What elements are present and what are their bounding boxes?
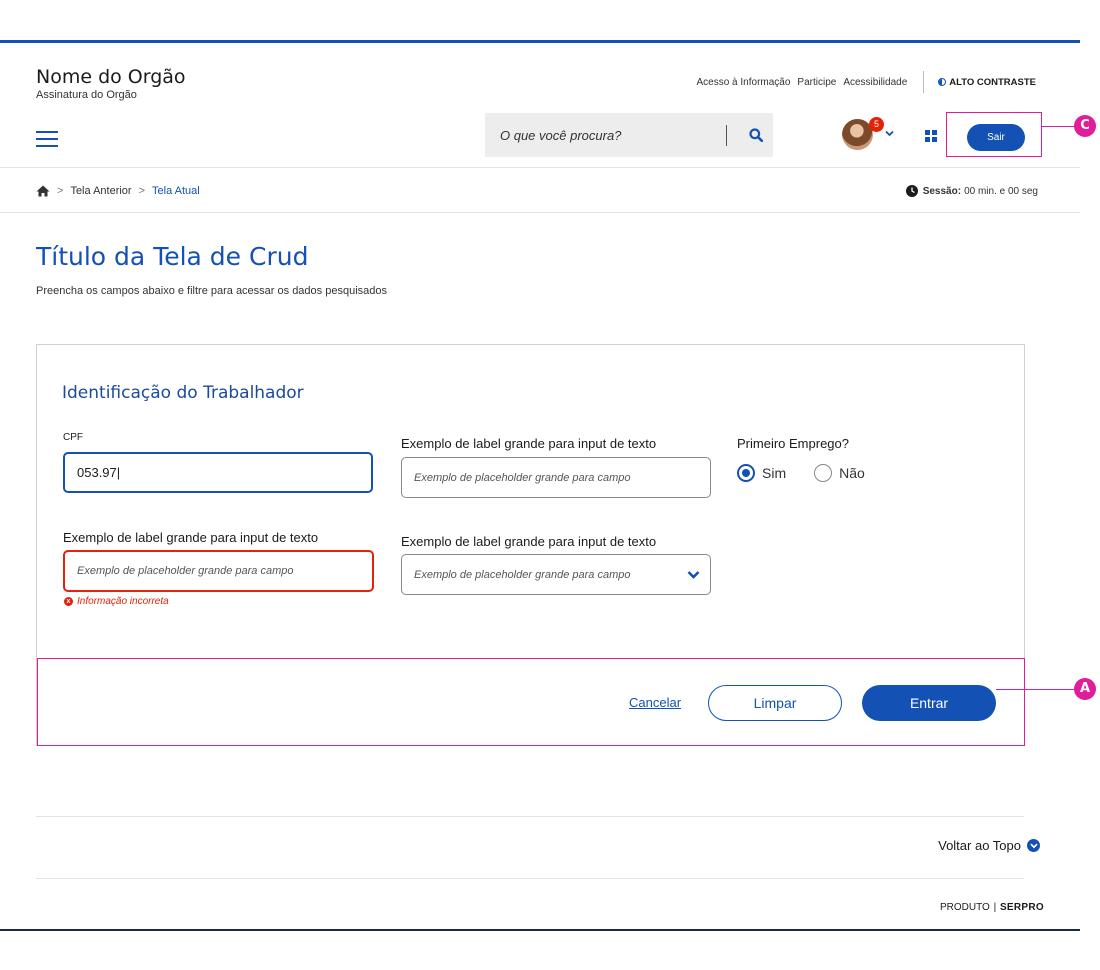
breadcrumb: > Tela Anterior > Tela Atual [36, 185, 200, 197]
section-title: Identificação do Trabalhador [62, 383, 304, 403]
error-icon: x [64, 597, 73, 606]
session-label: Sessão: [922, 185, 962, 197]
header-divider [923, 71, 925, 93]
search-input[interactable]: O que você procura? [500, 128, 726, 143]
search-icon [749, 128, 763, 142]
apps-grid-icon[interactable] [925, 130, 937, 142]
radio-no[interactable] [814, 464, 833, 482]
clear-button[interactable]: Limpar [708, 685, 842, 721]
logout-button[interactable]: Sair [967, 124, 1025, 151]
brand-logo: PRODUTO | SERPRO [940, 902, 1044, 913]
home-icon[interactable] [36, 185, 50, 197]
submit-button[interactable]: Entrar [862, 685, 996, 721]
search-button[interactable] [739, 128, 773, 142]
error-message-text: Informação incorreta [77, 596, 169, 607]
search-divider [726, 124, 727, 146]
text-field-label: Exemplo de label grande para input de te… [401, 436, 657, 451]
chevron-right-icon: > [57, 185, 64, 197]
back-to-top-label: Voltar ao Topo [938, 838, 1021, 853]
link-acesso-informacao[interactable]: Acesso à Informação [696, 77, 790, 88]
page-title: Título da Tela de Crud [36, 242, 309, 271]
search-box: O que você procura? [485, 113, 773, 157]
breadcrumb-item-current: Tela Atual [152, 185, 200, 197]
brand-prefix: PRODUTO [939, 902, 990, 913]
first-job-radio-group: Sim Não [737, 464, 865, 482]
session-timer: Sessão: 00 min. e 00 seg [905, 185, 1038, 197]
menu-icon-bar [36, 145, 58, 147]
chevron-down-icon[interactable] [885, 130, 894, 137]
cancel-link[interactable]: Cancelar [629, 695, 681, 710]
breadcrumb-item-previous[interactable]: Tela Anterior [70, 185, 131, 197]
footer-divider-top [36, 816, 1024, 817]
high-contrast-label: ALTO CONTRASTE [949, 76, 1036, 88]
chevron-down-circle-icon [1027, 839, 1040, 852]
header-divider-line [0, 167, 1080, 168]
radio-yes[interactable] [737, 464, 755, 482]
page-description: Preencha os campos abaixo e filtre para … [36, 285, 387, 297]
menu-icon-bar [36, 138, 58, 140]
text-field[interactable]: Exemplo de placeholder grande para campo [401, 457, 711, 498]
radio-no-label: Não [839, 465, 865, 481]
link-acessibilidade[interactable]: Acessibilidade [843, 77, 907, 88]
select-field-label: Exemplo de label grande para input de te… [401, 534, 657, 549]
session-value: 00 min. e 00 seg [964, 185, 1038, 197]
annotation-marker-a: A [1074, 678, 1096, 700]
cpf-label: CPF [63, 432, 83, 443]
org-name: Nome do Orgão [36, 66, 186, 88]
header-links: Acesso à Informação Participe Acessibili… [689, 71, 1036, 93]
annotation-line-a [996, 689, 1076, 690]
brand-name: SERPRO [999, 902, 1044, 913]
link-participe[interactable]: Participe [797, 77, 836, 88]
brand-separator: | [993, 902, 997, 913]
select-field[interactable]: Exemplo de placeholder grande para campo [401, 554, 711, 595]
top-accent-line [0, 40, 1080, 43]
error-field-label: Exemplo de label grande para input de te… [63, 530, 319, 545]
clock-icon [905, 185, 918, 197]
first-job-label: Primeiro Emprego? [737, 436, 849, 451]
annotation-line-c [1042, 126, 1076, 127]
error-message: x Informação incorreta [64, 596, 169, 607]
select-placeholder: Exemplo de placeholder grande para campo [414, 568, 631, 581]
annotation-marker-c: C [1074, 115, 1096, 137]
bottom-accent-line [0, 929, 1080, 931]
menu-icon-bar [36, 131, 58, 133]
radio-yes-label: Sim [762, 465, 787, 481]
back-to-top-link[interactable]: Voltar ao Topo [938, 838, 1040, 853]
cpf-field[interactable]: 053.97| [63, 452, 373, 493]
high-contrast-toggle[interactable]: ALTO CONTRASTE [938, 77, 1036, 88]
footer-divider-bottom [36, 878, 1024, 879]
error-text-field[interactable]: Exemplo de placeholder grande para campo [63, 550, 374, 592]
contrast-icon [938, 78, 947, 86]
org-subtitle: Assinatura do Orgão [36, 89, 137, 101]
breadcrumb-divider-line [0, 212, 1080, 213]
chevron-right-icon: > [138, 185, 146, 197]
notification-badge: 5 [869, 117, 884, 132]
chevron-down-icon [687, 570, 700, 579]
menu-button[interactable] [36, 131, 58, 147]
